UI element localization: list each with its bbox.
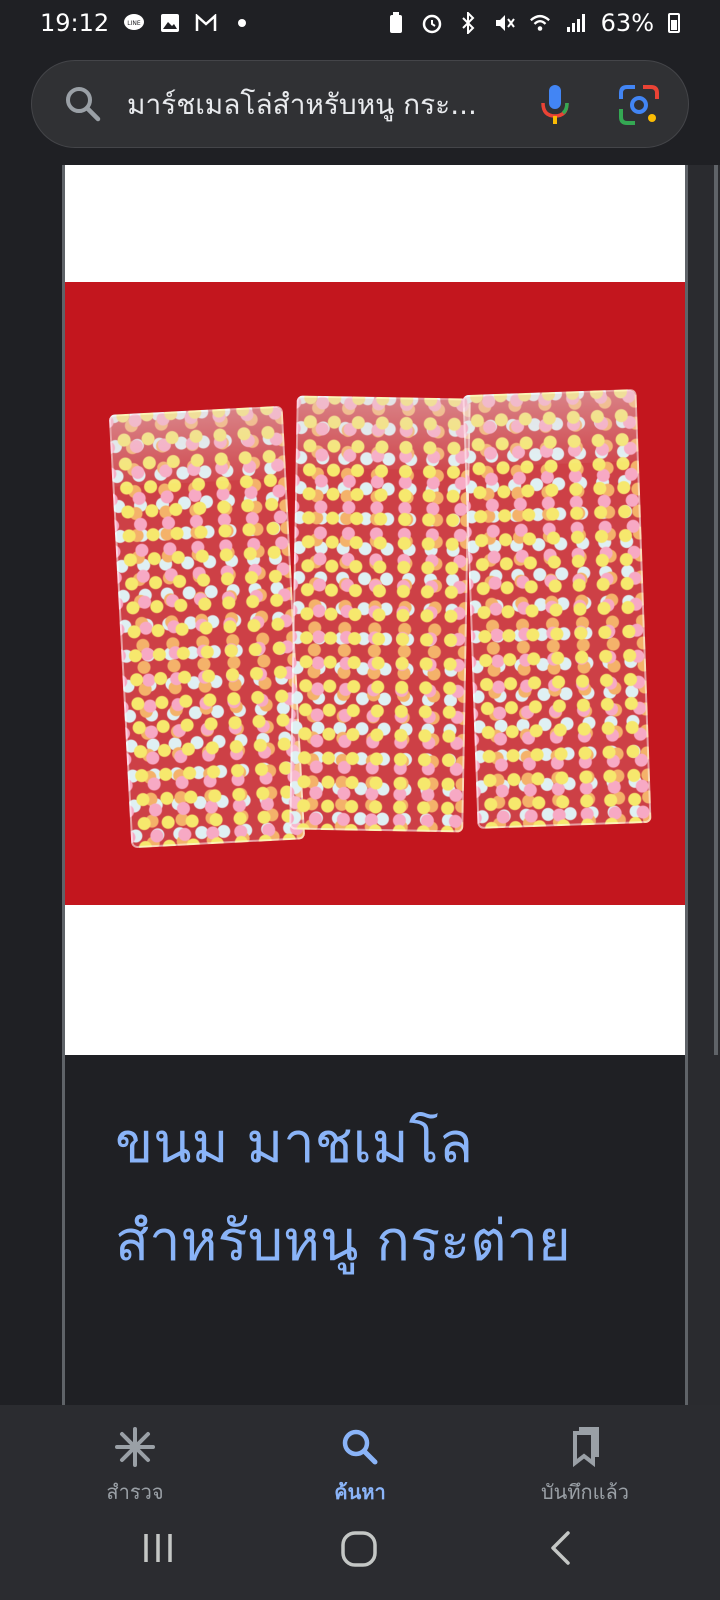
back-icon[interactable] [548,1530,572,1570]
alarm-icon [421,12,443,34]
nav-saved[interactable]: บันทึกแล้ว [485,1425,685,1508]
signal-icon [565,12,587,34]
svg-text:LINE: LINE [127,20,141,27]
search-input[interactable]: มาร์ชเมลโล่สำหรับหนู กระ... [127,61,507,149]
status-time: 19:12 [40,9,110,37]
system-nav-bar [0,1500,720,1600]
battery-percent: 63% [600,9,654,37]
mic-icon[interactable] [537,83,573,131]
nav-search[interactable]: ค้นหา [260,1425,460,1508]
marshmallow-bag [289,395,471,833]
result-caption-area: ขนม มาชเมโล สำหรับหนู กระต่าย [65,1055,685,1405]
battery-icon [668,13,680,33]
mute-icon [493,12,515,34]
battery-saver-icon [385,12,407,34]
gmail-icon [195,12,217,34]
next-result-edge [714,165,718,1055]
marshmallow-bag [462,389,652,829]
recents-icon[interactable] [140,1530,176,1570]
marshmallow-bags-photo [65,282,685,905]
nav-explore[interactable]: สำรวจ [35,1425,235,1508]
wifi-icon [529,12,551,34]
marshmallow-bag [108,405,306,849]
result-image[interactable] [65,165,685,1055]
search-icon [260,1425,460,1474]
lens-icon[interactable] [617,83,661,131]
search-icon[interactable] [62,83,104,129]
bluetooth-icon [457,12,479,34]
left-gutter [0,165,62,1405]
bookmark-icon [485,1425,685,1474]
status-left: 19:12 LINE [40,9,253,37]
gallery-icon [159,12,181,34]
status-right: 63% [385,9,680,37]
asterisk-icon [35,1425,235,1474]
line-icon: LINE [123,12,145,34]
result-title-link[interactable]: ขนม มาชเมโล สำหรับหนู กระต่าย [115,1095,655,1291]
status-bar: 19:12 LINE 63% [0,0,720,46]
dot-icon [231,12,253,34]
search-bar[interactable]: มาร์ชเมลโล่สำหรับหนู กระ... [31,60,689,148]
home-icon[interactable] [340,1530,378,1572]
